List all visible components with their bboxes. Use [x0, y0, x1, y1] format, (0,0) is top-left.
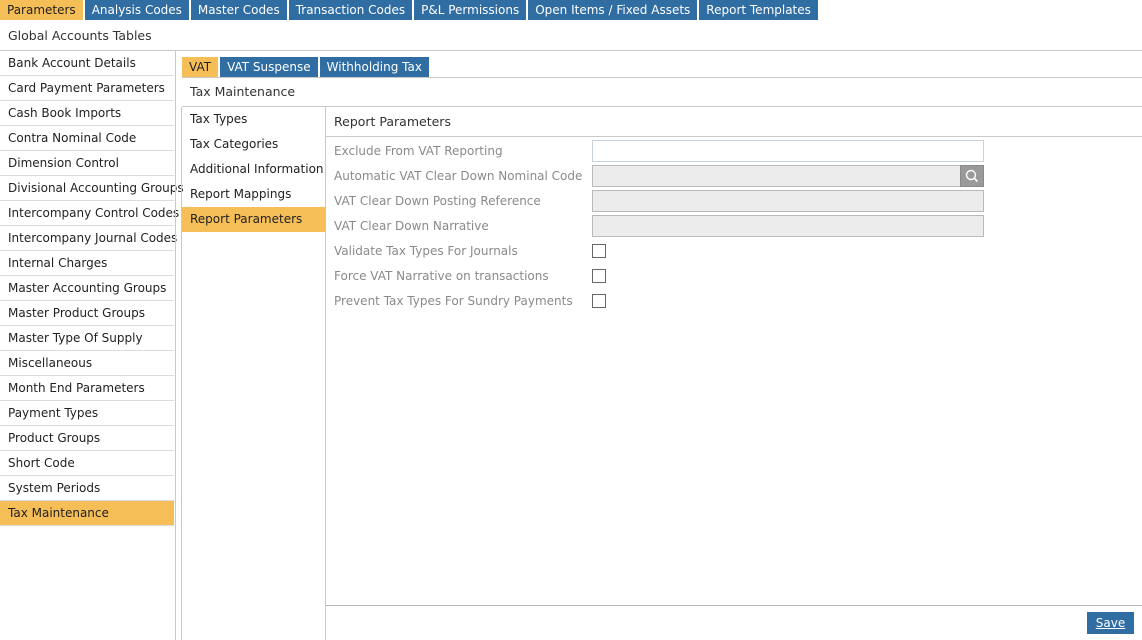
sidebar-item-intercompany-control-codes[interactable]: Intercompany Control Codes: [0, 201, 179, 226]
save-button[interactable]: Save: [1087, 612, 1134, 634]
nav-item-tax-categories[interactable]: Tax Categories: [182, 132, 325, 157]
sidebar-item-divisional-accounting-groups[interactable]: Divisional Accounting Groups: [0, 176, 184, 201]
tab-analysis-codes[interactable]: Analysis Codes: [84, 0, 189, 20]
tab-vat[interactable]: VAT: [182, 57, 219, 77]
prevent-tax-types-sundry-checkbox[interactable]: [592, 294, 606, 308]
tax-maintenance-title: Tax Maintenance: [190, 84, 296, 99]
sidebar-item-intercompany-journal-codes[interactable]: Intercompany Journal Codes: [0, 226, 177, 251]
top-nav: Parameters Analysis Codes Master Codes T…: [0, 0, 820, 20]
divider: [182, 77, 1142, 78]
clear-down-posting-ref-label: VAT Clear Down Posting Reference: [334, 194, 541, 208]
divider: [175, 51, 176, 640]
nav-item-report-mappings[interactable]: Report Mappings: [182, 182, 325, 207]
sidebar-item-dimension-control[interactable]: Dimension Control: [0, 151, 174, 176]
tab-open-items-fixed-assets[interactable]: Open Items / Fixed Assets: [528, 0, 698, 20]
sidebar-item-contra-nominal-code[interactable]: Contra Nominal Code: [0, 126, 174, 151]
sidebar: Bank Account Details Card Payment Parame…: [0, 51, 184, 526]
divider: [182, 106, 1142, 107]
divider: [326, 605, 1142, 606]
sidebar-item-master-accounting-groups[interactable]: Master Accounting Groups: [0, 276, 174, 301]
sidebar-item-miscellaneous[interactable]: Miscellaneous: [0, 351, 174, 376]
sidebar-item-master-product-groups[interactable]: Master Product Groups: [0, 301, 174, 326]
nav-item-additional-information[interactable]: Additional Information: [182, 157, 325, 182]
clear-down-narrative-label: VAT Clear Down Narrative: [334, 219, 489, 233]
section-title: Global Accounts Tables: [8, 28, 152, 43]
search-icon: [965, 169, 979, 183]
tab-pl-permissions[interactable]: P&L Permissions: [414, 0, 527, 20]
auto-clear-down-nominal-label: Automatic VAT Clear Down Nominal Code: [334, 169, 583, 183]
sidebar-item-tax-maintenance[interactable]: Tax Maintenance: [0, 501, 174, 526]
divider: [325, 107, 326, 640]
sidebar-item-product-groups[interactable]: Product Groups: [0, 426, 174, 451]
tab-report-templates[interactable]: Report Templates: [699, 0, 818, 20]
validate-tax-types-journals-label: Validate Tax Types For Journals: [334, 244, 518, 258]
tab-parameters[interactable]: Parameters: [0, 0, 83, 20]
exclude-vat-reporting-label: Exclude From VAT Reporting: [334, 144, 503, 158]
sidebar-item-system-periods[interactable]: System Periods: [0, 476, 174, 501]
lookup-button[interactable]: [960, 165, 984, 187]
sidebar-item-bank-account-details[interactable]: Bank Account Details: [0, 51, 174, 76]
force-vat-narrative-label: Force VAT Narrative on transactions: [334, 269, 549, 283]
panel-title: Report Parameters: [334, 114, 451, 129]
tab-transaction-codes[interactable]: Transaction Codes: [288, 0, 413, 20]
tab-vat-suspense[interactable]: VAT Suspense: [220, 57, 318, 77]
sidebar-item-card-payment-parameters[interactable]: Card Payment Parameters: [0, 76, 174, 101]
tab-master-codes[interactable]: Master Codes: [190, 0, 287, 20]
sidebar-item-month-end-parameters[interactable]: Month End Parameters: [0, 376, 174, 401]
auto-clear-down-nominal-input[interactable]: [592, 165, 961, 187]
sidebar-item-short-code[interactable]: Short Code: [0, 451, 174, 476]
prevent-tax-types-sundry-label: Prevent Tax Types For Sundry Payments: [334, 294, 573, 308]
sub-tabs: VAT VAT Suspense Withholding Tax: [182, 57, 431, 77]
sidebar-item-internal-charges[interactable]: Internal Charges: [0, 251, 174, 276]
exclude-vat-reporting-input[interactable]: [592, 140, 984, 162]
sidebar-item-payment-types[interactable]: Payment Types: [0, 401, 174, 426]
force-vat-narrative-checkbox[interactable]: [592, 269, 606, 283]
validate-tax-types-journals-checkbox[interactable]: [592, 244, 606, 258]
nav-item-tax-types[interactable]: Tax Types: [182, 107, 325, 132]
nav-item-report-parameters[interactable]: Report Parameters: [182, 207, 325, 232]
sidebar-item-master-type-of-supply[interactable]: Master Type Of Supply: [0, 326, 174, 351]
sidebar-item-cash-book-imports[interactable]: Cash Book Imports: [0, 101, 174, 126]
clear-down-posting-ref-input[interactable]: [592, 190, 984, 212]
tab-withholding-tax[interactable]: Withholding Tax: [319, 57, 429, 77]
tax-maintenance-nav: Tax Types Tax Categories Additional Info…: [182, 107, 325, 232]
divider: [326, 136, 1142, 137]
clear-down-narrative-input[interactable]: [592, 215, 984, 237]
